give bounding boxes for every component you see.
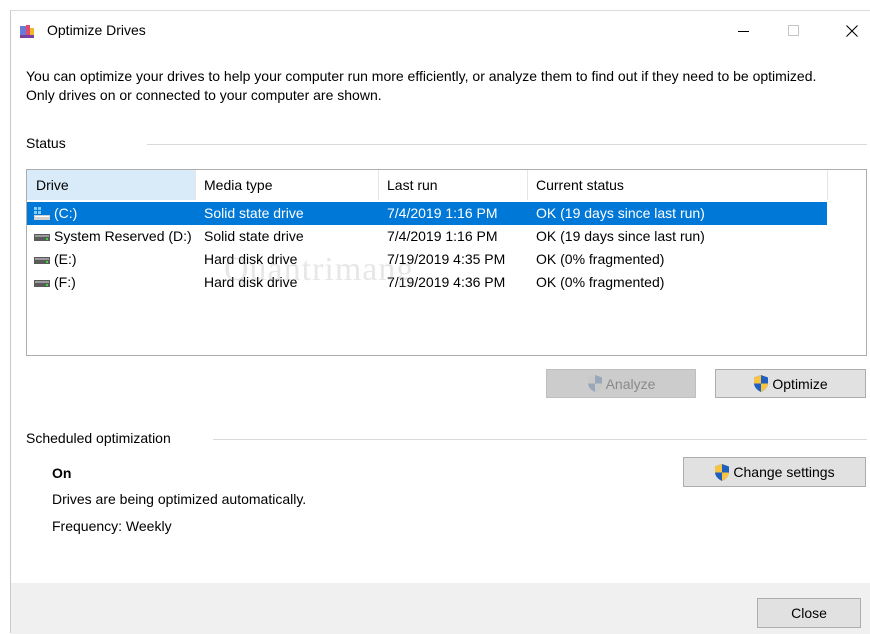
ssd-system-icon bbox=[34, 207, 50, 220]
status-section-label: Status bbox=[26, 135, 66, 151]
column-header-current-status[interactable]: Current status bbox=[527, 170, 827, 200]
schedule-state: On bbox=[52, 465, 72, 481]
title-bar[interactable]: Optimize Drives bbox=[11, 11, 870, 51]
defrag-app-icon bbox=[20, 25, 34, 38]
analyze-label: Analyze bbox=[605, 375, 656, 392]
optimize-button[interactable]: Optimize bbox=[715, 369, 866, 398]
analyze-button[interactable]: Analyze bbox=[546, 369, 696, 398]
window-title: Optimize Drives bbox=[47, 22, 146, 38]
column-header-media-type[interactable]: Media type bbox=[195, 170, 378, 200]
media-type: Solid state drive bbox=[204, 205, 304, 221]
scheduled-divider bbox=[213, 439, 867, 440]
optimize-drives-window: Optimize Drives You can optimize your dr… bbox=[10, 10, 870, 634]
uac-shield-icon bbox=[587, 375, 602, 392]
drive-name: System Reserved (D:) bbox=[54, 228, 192, 244]
drive-list[interactable]: Drive Media type Last run Current status… bbox=[26, 169, 867, 356]
uac-shield-icon bbox=[754, 375, 769, 392]
close-button[interactable]: Close bbox=[757, 598, 861, 628]
drive-icon bbox=[34, 234, 50, 241]
column-header-drive[interactable]: Drive bbox=[27, 170, 195, 200]
status-divider bbox=[147, 144, 867, 145]
watermark-text: Quantrimang bbox=[224, 251, 415, 288]
drive-icon bbox=[34, 280, 50, 287]
maximize-icon bbox=[788, 25, 799, 36]
current-status: OK (0% fragmented) bbox=[536, 274, 665, 290]
last-run: 7/4/2019 1:16 PM bbox=[387, 205, 498, 221]
drive-name: (F:) bbox=[54, 274, 76, 290]
change-settings-label: Change settings bbox=[733, 464, 835, 480]
optimize-label: Optimize bbox=[772, 375, 828, 392]
drive-name: (C:) bbox=[54, 205, 78, 221]
drive-icon bbox=[34, 257, 50, 264]
last-run: 7/4/2019 1:16 PM bbox=[387, 228, 498, 244]
maximize-button[interactable] bbox=[771, 11, 817, 51]
current-status: OK (19 days since last run) bbox=[536, 228, 705, 244]
drive-row-f[interactable]: (F:) Hard disk drive 7/19/2019 4:36 PM O… bbox=[27, 271, 827, 294]
drive-name: (E:) bbox=[54, 251, 77, 267]
column-separator[interactable] bbox=[827, 170, 828, 200]
drive-row-d[interactable]: System Reserved (D:) Solid state drive 7… bbox=[27, 225, 827, 248]
schedule-message: Drives are being optimized automatically… bbox=[52, 491, 307, 507]
current-status: OK (0% fragmented) bbox=[536, 251, 665, 267]
drive-row-e[interactable]: (E:) Hard disk drive 7/19/2019 4:35 PM O… bbox=[27, 248, 827, 271]
drive-row-c[interactable]: (C:) Solid state drive 7/4/2019 1:16 PM … bbox=[27, 202, 827, 225]
schedule-frequency: Frequency: Weekly bbox=[52, 518, 172, 534]
current-status: OK (19 days since last run) bbox=[536, 205, 705, 221]
media-type: Solid state drive bbox=[204, 228, 304, 244]
minimize-button[interactable] bbox=[721, 11, 767, 51]
change-settings-button[interactable]: Change settings bbox=[683, 457, 866, 487]
minimize-icon bbox=[738, 31, 749, 32]
close-icon bbox=[846, 25, 858, 37]
footer-bar: Close bbox=[11, 583, 870, 634]
close-label: Close bbox=[791, 605, 827, 621]
uac-shield-icon bbox=[715, 463, 730, 481]
description-text: You can optimize your drives to help you… bbox=[26, 68, 817, 103]
scheduled-section-label: Scheduled optimization bbox=[26, 430, 171, 446]
column-header-last-run[interactable]: Last run bbox=[378, 170, 527, 200]
close-window-button[interactable] bbox=[829, 11, 870, 51]
